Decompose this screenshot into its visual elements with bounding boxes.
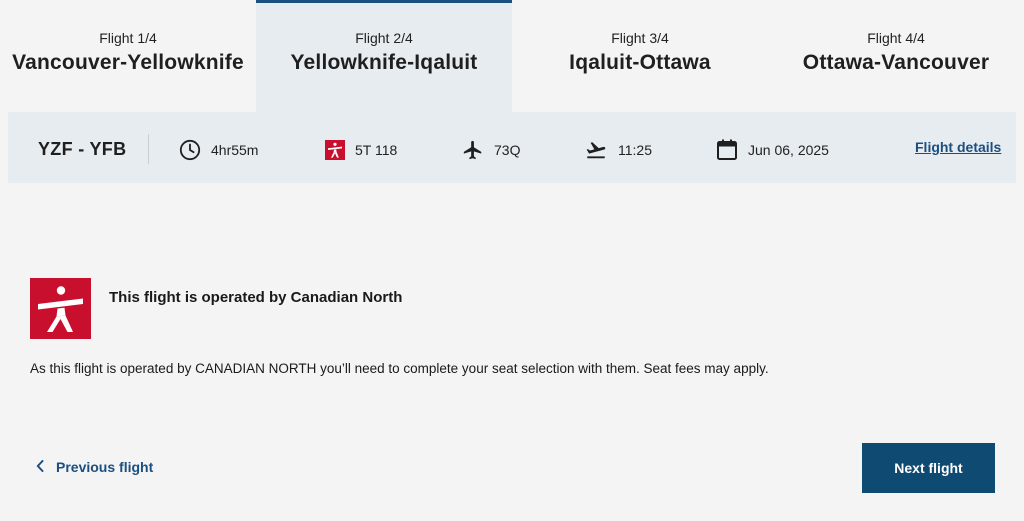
departure-time-item: 11:25 <box>584 138 652 162</box>
tab-flight-1[interactable]: Flight 1/4 Vancouver-Yellowknife <box>0 0 256 112</box>
flight-number-item: 5T 118 <box>325 138 397 162</box>
flight-info-bar: YZF - YFB 4hr55m 5T 118 73Q 11:25 Jun 06… <box>8 112 1016 183</box>
tab-flight-number: Flight 4/4 <box>867 30 925 46</box>
previous-flight-label: Previous flight <box>56 459 154 475</box>
tab-flight-number: Flight 2/4 <box>355 30 413 46</box>
departure-time-value: 11:25 <box>618 142 652 158</box>
previous-flight-button[interactable]: Previous flight <box>36 459 153 475</box>
next-flight-button[interactable]: Next flight <box>862 443 995 493</box>
tab-flight-number: Flight 1/4 <box>99 30 157 46</box>
flight-details-link[interactable]: Flight details <box>915 139 1001 155</box>
tab-flight-3[interactable]: Flight 3/4 Iqaluit-Ottawa <box>512 0 768 112</box>
tab-flight-number: Flight 3/4 <box>611 30 669 46</box>
duration-value: 4hr55m <box>211 142 259 158</box>
duration-item: 4hr55m <box>179 138 258 162</box>
tab-route: Vancouver-Yellowknife <box>12 51 244 74</box>
tab-flight-4[interactable]: Flight 4/4 Ottawa-Vancouver <box>768 0 1024 112</box>
date-item: Jun 06, 2025 <box>716 138 829 162</box>
operator-message: As this flight is operated by CANADIAN N… <box>30 361 769 376</box>
tab-flight-2[interactable]: Flight 2/4 Yellowknife-Iqaluit <box>256 0 512 112</box>
calendar-icon <box>716 138 738 162</box>
divider <box>148 134 149 164</box>
aircraft-value: 73Q <box>494 142 521 158</box>
flight-tabs: Flight 1/4 Vancouver-Yellowknife Flight … <box>0 0 1024 112</box>
airport-codes: YZF - YFB <box>38 139 127 159</box>
clock-icon <box>179 139 201 161</box>
chevron-left-icon <box>36 459 44 475</box>
tab-route: Iqaluit-Ottawa <box>569 51 711 74</box>
aircraft-item: 73Q <box>462 138 520 162</box>
operator-title: This flight is operated by Canadian Nort… <box>109 289 403 306</box>
canadian-north-logo-icon <box>325 140 345 160</box>
tab-route: Yellowknife-Iqaluit <box>290 51 478 74</box>
flight-number-value: 5T 118 <box>355 142 398 158</box>
plane-departure-icon <box>584 139 608 161</box>
tab-route: Ottawa-Vancouver <box>802 51 990 74</box>
airplane-icon <box>462 139 484 161</box>
date-value: Jun 06, 2025 <box>748 142 829 158</box>
canadian-north-logo <box>30 278 91 339</box>
